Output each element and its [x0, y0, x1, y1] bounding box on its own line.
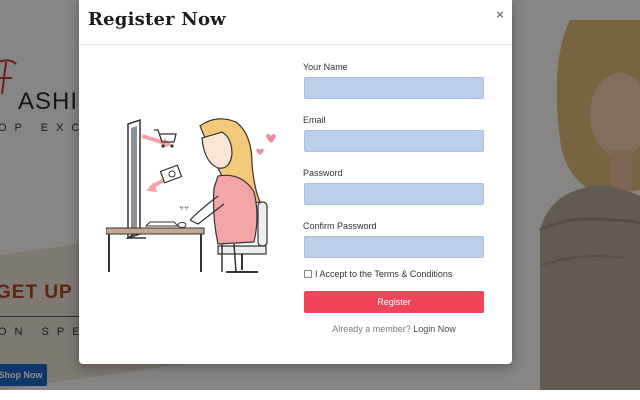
online-shopping-illustration: ヤヤ [106, 118, 276, 273]
register-button[interactable]: Register [304, 291, 484, 313]
register-modal: Register Now × ヤヤ Your Name Email Passwo… [79, 0, 512, 364]
password-label: Password [303, 168, 343, 178]
terms-label[interactable]: I Accept to the Terms & Conditions [315, 269, 452, 279]
close-icon[interactable]: × [493, 8, 507, 22]
confirm-password-input[interactable] [304, 236, 484, 258]
login-now-link[interactable]: Login Now [413, 324, 456, 334]
email-label: Email [303, 115, 326, 125]
password-input[interactable] [304, 183, 484, 205]
illustration-caption: ヤヤ [179, 206, 189, 212]
modal-title: Register Now [88, 9, 226, 30]
name-label: Your Name [303, 62, 348, 72]
confirm-password-label: Confirm Password [303, 221, 377, 231]
checkbox-icon[interactable] [304, 270, 312, 278]
email-input[interactable] [304, 130, 484, 152]
modal-header: Register Now × [79, 0, 512, 45]
page-bottom-strip [0, 390, 640, 400]
terms-row[interactable]: I Accept to the Terms & Conditions [304, 269, 452, 279]
login-prompt: Already a member? Login Now [303, 324, 485, 334]
name-input[interactable] [304, 77, 484, 99]
already-member-text: Already a member? [332, 324, 411, 334]
